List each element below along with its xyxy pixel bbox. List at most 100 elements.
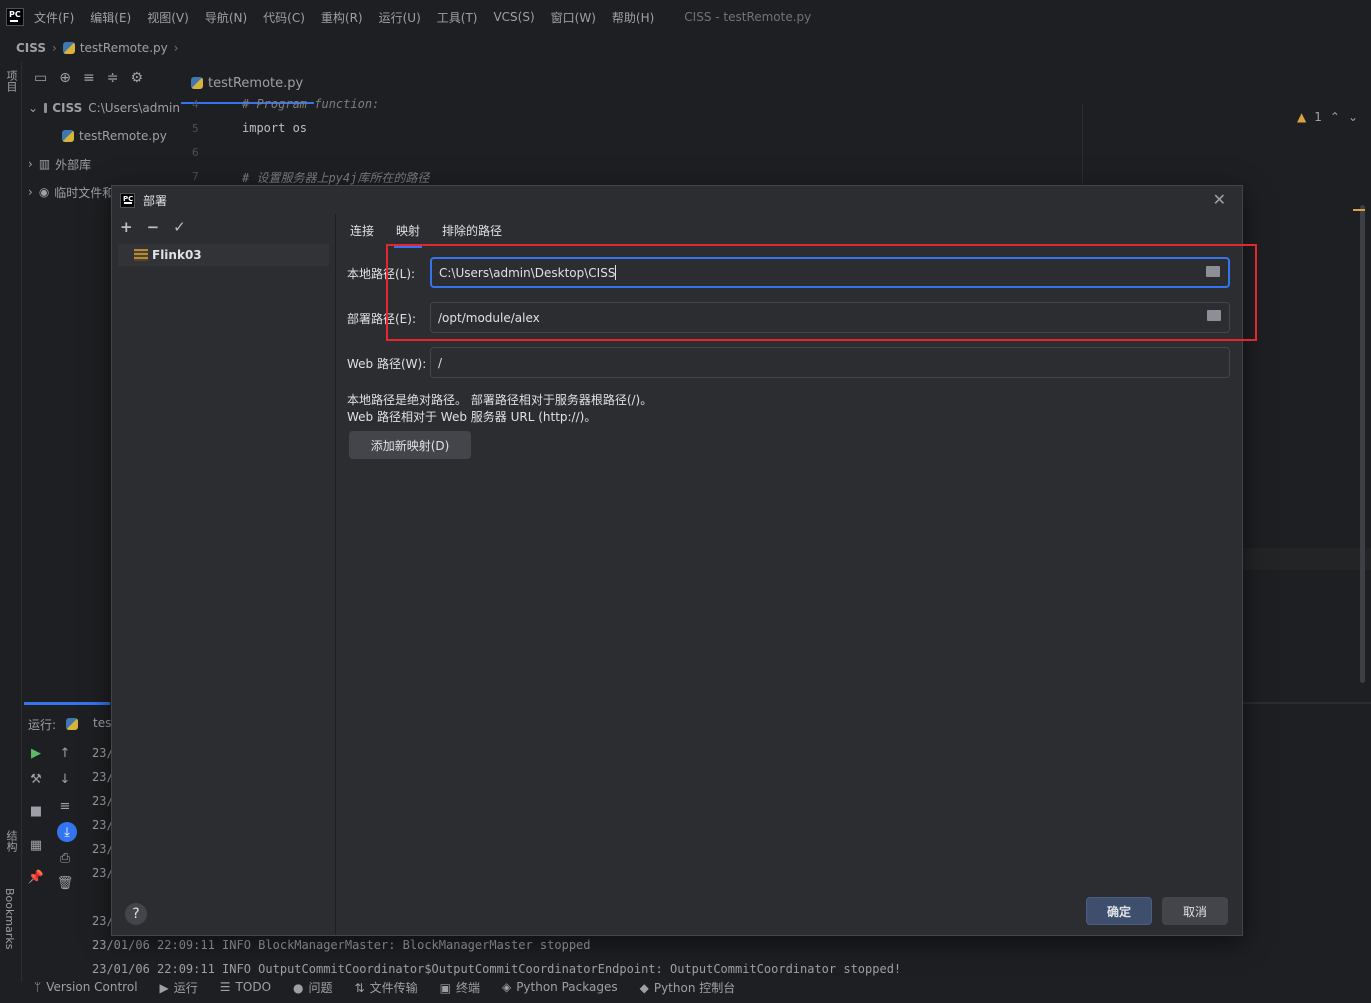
editor-tab-label: testRemote.py bbox=[208, 75, 304, 91]
add-icon[interactable]: + bbox=[120, 218, 133, 236]
sftp-server-icon bbox=[134, 249, 148, 261]
breadcrumb-file[interactable]: testRemote.py bbox=[80, 41, 168, 55]
menu-refactor[interactable]: 重构(R) bbox=[321, 9, 363, 26]
project-tool-button[interactable]: 项目 bbox=[3, 70, 19, 92]
checkmark-icon[interactable]: ✓ bbox=[173, 218, 186, 236]
scroll-to-end-icon[interactable]: ⤓ bbox=[57, 822, 77, 842]
menu-bar: PC 文件(F) 编辑(E) 视图(V) 导航(N) 代码(C) 重构(R) 运… bbox=[0, 0, 1371, 34]
remove-icon[interactable]: − bbox=[147, 218, 160, 236]
locate-icon[interactable]: ⊕ bbox=[59, 70, 71, 86]
chevron-right-icon: › bbox=[28, 185, 33, 199]
tree-item-ciss[interactable]: ⌄ CISS C:\Users\admin bbox=[24, 94, 180, 122]
run-panel-label: 运行: bbox=[28, 718, 57, 732]
chevron-up-icon[interactable]: ⌃ bbox=[1330, 110, 1340, 124]
problems-icon: ● bbox=[293, 980, 304, 995]
menu-edit[interactable]: 编辑(E) bbox=[90, 9, 131, 26]
code-line[interactable]: import os bbox=[242, 121, 307, 135]
bookmarks-tool-button[interactable]: Bookmarks bbox=[3, 888, 16, 949]
web-path-value: / bbox=[438, 355, 443, 370]
gear-icon[interactable]: ⚙ bbox=[130, 70, 143, 86]
web-path-label: Web 路径(W): bbox=[347, 357, 427, 371]
statusbar-label: Python 控制台 bbox=[653, 980, 736, 995]
chevron-right-icon: › bbox=[28, 157, 33, 171]
add-mapping-button[interactable]: 添加新映射(D) bbox=[349, 431, 471, 459]
arrow-down-icon[interactable]: ↓ bbox=[57, 771, 73, 787]
statusbar-file-transfer[interactable]: ⇅ 文件传输 bbox=[355, 979, 418, 996]
run-tab[interactable]: tes bbox=[93, 716, 111, 733]
select-opened-file-icon[interactable]: ▭ bbox=[34, 70, 47, 86]
statusbar-label: TODO bbox=[235, 980, 272, 994]
tab-mappings[interactable]: 映射 bbox=[394, 222, 423, 248]
server-list-toolbar: + − ✓ bbox=[112, 214, 335, 240]
python-file-icon bbox=[62, 130, 74, 142]
code-line[interactable]: # Program function: bbox=[242, 97, 379, 111]
todo-icon: ☰ bbox=[219, 980, 231, 994]
statusbar-terminal[interactable]: ▣ 终端 bbox=[440, 979, 480, 996]
menu-help[interactable]: 帮助(H) bbox=[612, 9, 654, 26]
pycharm-logo-icon: PC bbox=[6, 8, 24, 26]
dialog-title-bar[interactable]: PC 部署 bbox=[112, 186, 1242, 214]
scrollbar-warning-marker[interactable] bbox=[1353, 209, 1365, 211]
code-line[interactable]: # 设置服务器上py4j库所在的路径 bbox=[242, 169, 429, 186]
rerun-icon[interactable]: ▶ bbox=[28, 745, 44, 761]
menu-file[interactable]: 文件(F) bbox=[34, 9, 74, 26]
terminal-icon: ▣ bbox=[439, 980, 451, 995]
inspection-widget[interactable]: ▲ 1 ⌃ ⌄ bbox=[1297, 110, 1358, 124]
menu-run[interactable]: 运行(U) bbox=[379, 9, 421, 26]
folder-icon bbox=[44, 103, 48, 113]
chevron-down-icon[interactable]: ⌄ bbox=[1348, 110, 1358, 124]
arrow-up-icon[interactable]: ↑ bbox=[57, 745, 73, 761]
ok-button[interactable]: 确定 bbox=[1086, 897, 1152, 925]
statusbar-problems[interactable]: ● 问题 bbox=[293, 979, 333, 996]
branch-icon: ᛘ bbox=[34, 980, 42, 994]
python-console-icon: ◆ bbox=[639, 980, 649, 995]
tab-connection[interactable]: 连接 bbox=[350, 222, 374, 246]
layout-icon[interactable]: ▦ bbox=[28, 837, 44, 853]
help-button[interactable]: ? bbox=[125, 903, 147, 925]
line-number: 6 bbox=[192, 146, 199, 159]
trash-icon[interactable]: 🗑 bbox=[57, 875, 74, 891]
menu-vcs[interactable]: VCS(S) bbox=[493, 10, 534, 24]
menu-code[interactable]: 代码(C) bbox=[263, 9, 305, 26]
menu-tools[interactable]: 工具(T) bbox=[437, 9, 478, 26]
statusbar-python-console[interactable]: ◆ Python 控制台 bbox=[640, 979, 736, 996]
file-transfer-icon: ⇅ bbox=[354, 980, 365, 995]
statusbar-version-control[interactable]: ᛘ Version Control bbox=[34, 980, 138, 994]
python-file-icon bbox=[62, 42, 75, 54]
chevron-right-icon: › bbox=[173, 41, 179, 55]
menu-window[interactable]: 窗口(W) bbox=[551, 9, 596, 26]
menu-navigate[interactable]: 导航(N) bbox=[205, 9, 247, 26]
web-path-field[interactable]: / bbox=[430, 347, 1230, 378]
pin-icon[interactable]: 📌 bbox=[28, 869, 44, 885]
tree-item-external-libraries[interactable]: › ▥ 外部库 bbox=[24, 150, 180, 178]
dialog-tabs: 连接 映射 排除的路径 bbox=[350, 222, 502, 248]
server-item-flink03[interactable]: Flink03 bbox=[118, 244, 329, 266]
left-tool-strip: 项目 结构 Bookmarks bbox=[0, 62, 22, 982]
server-name: Flink03 bbox=[152, 248, 202, 262]
close-icon[interactable]: ✕ bbox=[1213, 190, 1226, 209]
collapse-all-icon[interactable]: ≑ bbox=[107, 70, 119, 86]
structure-tool-button[interactable]: 结构 bbox=[3, 830, 19, 852]
print-icon[interactable]: ⎙ bbox=[57, 850, 73, 866]
soft-wrap-icon[interactable]: ≡ bbox=[57, 798, 73, 814]
log-line: 23/01/06 22:09:11 INFO OutputCommitCoord… bbox=[92, 962, 902, 976]
menu-view[interactable]: 视图(V) bbox=[147, 9, 189, 26]
editor-scrollbar[interactable] bbox=[1360, 205, 1365, 683]
log-line: 23/01/06 22:09:11 INFO BlockManagerMaste… bbox=[92, 938, 591, 952]
statusbar-run[interactable]: ▶ 运行 bbox=[160, 979, 198, 996]
expand-all-icon[interactable]: ≡ bbox=[83, 70, 95, 86]
tree-item-label: 外部库 bbox=[55, 157, 92, 172]
breadcrumb-project[interactable]: CISS bbox=[16, 41, 46, 55]
cancel-button[interactable]: 取消 bbox=[1162, 897, 1228, 925]
library-icon: ▥ bbox=[38, 157, 51, 171]
pycharm-logo-icon: PC bbox=[120, 192, 135, 208]
wrench-icon[interactable]: ⚒ bbox=[28, 771, 44, 787]
statusbar-todo[interactable]: ☰ TODO bbox=[220, 980, 271, 994]
statusbar-python-packages[interactable]: ◈ Python Packages bbox=[502, 980, 618, 994]
tab-excluded-paths[interactable]: 排除的路径 bbox=[442, 222, 502, 246]
mapping-hint-line2: Web 路径相对于 Web 服务器 URL (http://)。 bbox=[347, 410, 597, 424]
python-file-icon bbox=[66, 718, 79, 730]
statusbar-label: 终端 bbox=[455, 980, 480, 995]
tree-item-testremote[interactable]: testRemote.py bbox=[24, 122, 180, 150]
stop-icon[interactable]: ■ bbox=[28, 803, 44, 819]
